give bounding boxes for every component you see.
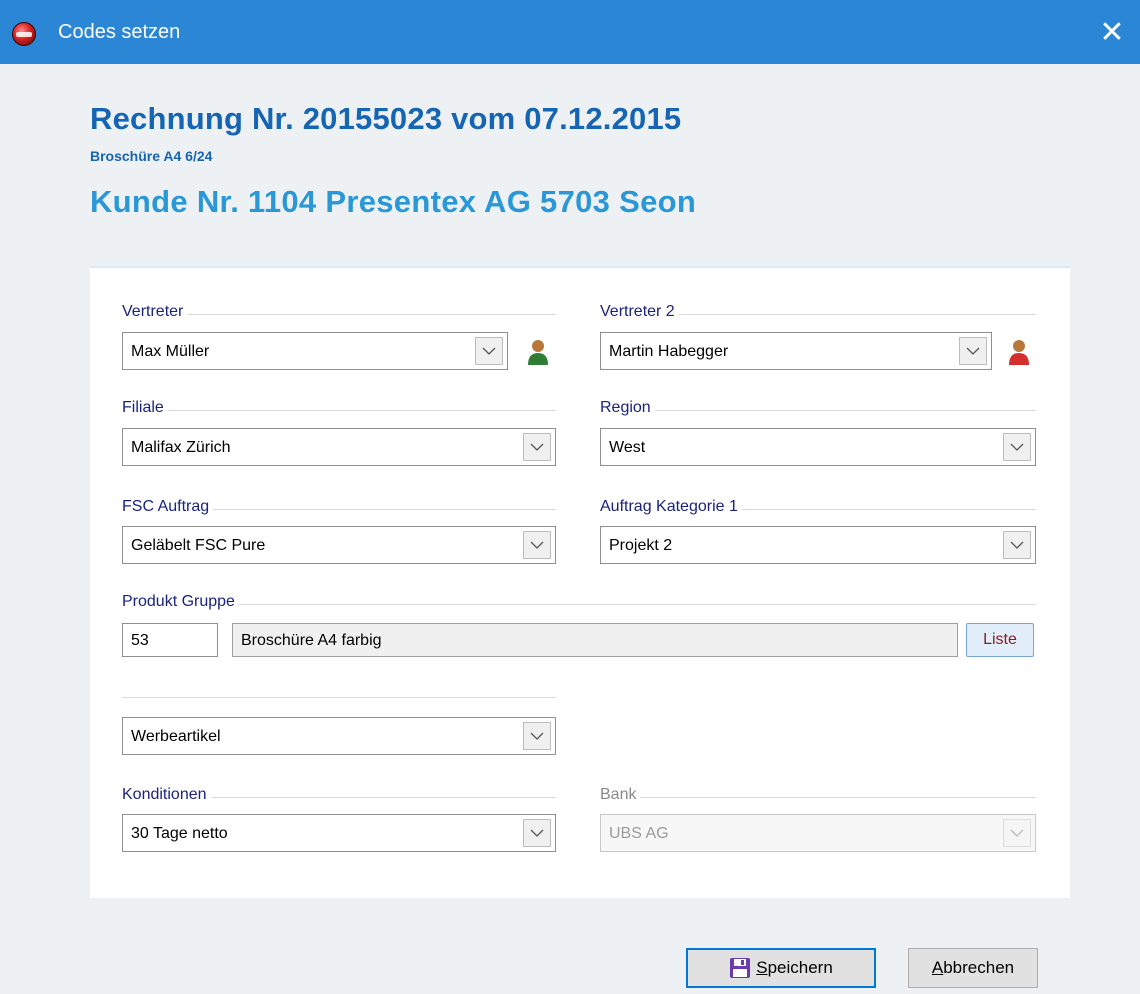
title-bar: Codes setzen ✕ [0, 0, 1140, 64]
person-red-icon[interactable] [1008, 339, 1030, 365]
fsc-label: FSC Auftrag [122, 498, 214, 516]
bank-label: Bank [600, 786, 641, 804]
chevron-down-icon[interactable] [959, 337, 987, 365]
chevron-down-icon[interactable] [523, 722, 551, 750]
group-divider [600, 797, 1036, 798]
vertreter2-select[interactable]: Martin Habegger [600, 332, 992, 370]
person-green-icon[interactable] [527, 339, 549, 365]
vertreter-value: Max Müller [131, 343, 210, 360]
chevron-down-icon[interactable] [523, 531, 551, 559]
chevron-down-icon[interactable] [475, 337, 503, 365]
save-label: peichern [767, 958, 833, 977]
konditionen-select[interactable]: 30 Tage netto [122, 814, 556, 852]
konditionen-label: Konditionen [122, 786, 211, 804]
group-divider [600, 410, 1036, 411]
filiale-value: Malifax Zürich [131, 439, 231, 456]
window-title: Codes setzen [58, 21, 181, 43]
app-logo-icon [12, 22, 36, 46]
floppy-disk-icon [730, 958, 751, 978]
filiale-label: Filiale [122, 399, 168, 417]
chevron-down-icon[interactable] [523, 819, 551, 847]
customer-heading: Kunde Nr. 1104 Presentex AG 5703 Seon [90, 184, 697, 219]
cancel-mnemonic: A [931, 958, 944, 977]
werbeartikel-value: Werbeartikel [131, 728, 221, 745]
group-divider [122, 697, 556, 698]
produkt-gruppe-code: 53 [131, 632, 149, 649]
produkt-gruppe-name-field: Broschüre A4 farbig [232, 623, 958, 657]
bank-select: UBS AG [600, 814, 1036, 852]
region-label: Region [600, 399, 655, 417]
vertreter-label: Vertreter [122, 303, 188, 321]
filiale-select[interactable]: Malifax Zürich [122, 428, 556, 466]
liste-button[interactable]: Liste [966, 623, 1034, 657]
produkt-gruppe-code-input[interactable]: 53 [122, 623, 218, 657]
cancel-button[interactable]: Abbrechen [908, 948, 1038, 988]
kategorie1-select[interactable]: Projekt 2 [600, 526, 1036, 564]
save-mnemonic: S [756, 958, 768, 977]
region-select[interactable]: West [600, 428, 1036, 466]
dialog-window: Codes setzen ✕ Rechnung Nr. 20155023 vom… [0, 0, 1140, 994]
vertreter-select[interactable]: Max Müller [122, 332, 508, 370]
group-divider [122, 604, 1036, 605]
fsc-value: Geläbelt FSC Pure [131, 537, 266, 554]
invoice-heading: Rechnung Nr. 20155023 vom 07.12.2015 [90, 101, 682, 136]
region-value: West [609, 439, 646, 456]
chevron-down-icon[interactable] [523, 433, 551, 461]
kategorie1-label: Auftrag Kategorie 1 [600, 498, 742, 516]
werbeartikel-select[interactable]: Werbeartikel [122, 717, 556, 755]
vertreter2-label: Vertreter 2 [600, 303, 679, 321]
invoice-subheading: Broschüre A4 6/24 [90, 148, 213, 164]
konditionen-value: 30 Tage netto [131, 825, 228, 842]
chevron-down-icon [1003, 819, 1031, 847]
kategorie1-value: Projekt 2 [609, 537, 673, 554]
cancel-label: bbrechen [943, 958, 1015, 977]
chevron-down-icon[interactable] [1003, 433, 1031, 461]
chevron-down-icon[interactable] [1003, 531, 1031, 559]
produkt-gruppe-name: Broschüre A4 farbig [241, 632, 382, 649]
bank-value: UBS AG [609, 825, 669, 842]
save-button[interactable]: Speichern [686, 948, 876, 988]
produkt-gruppe-label: Produkt Gruppe [122, 593, 239, 611]
fsc-select[interactable]: Geläbelt FSC Pure [122, 526, 556, 564]
group-divider [122, 410, 556, 411]
vertreter2-value: Martin Habegger [609, 343, 729, 360]
close-button[interactable]: ✕ [1084, 0, 1140, 64]
